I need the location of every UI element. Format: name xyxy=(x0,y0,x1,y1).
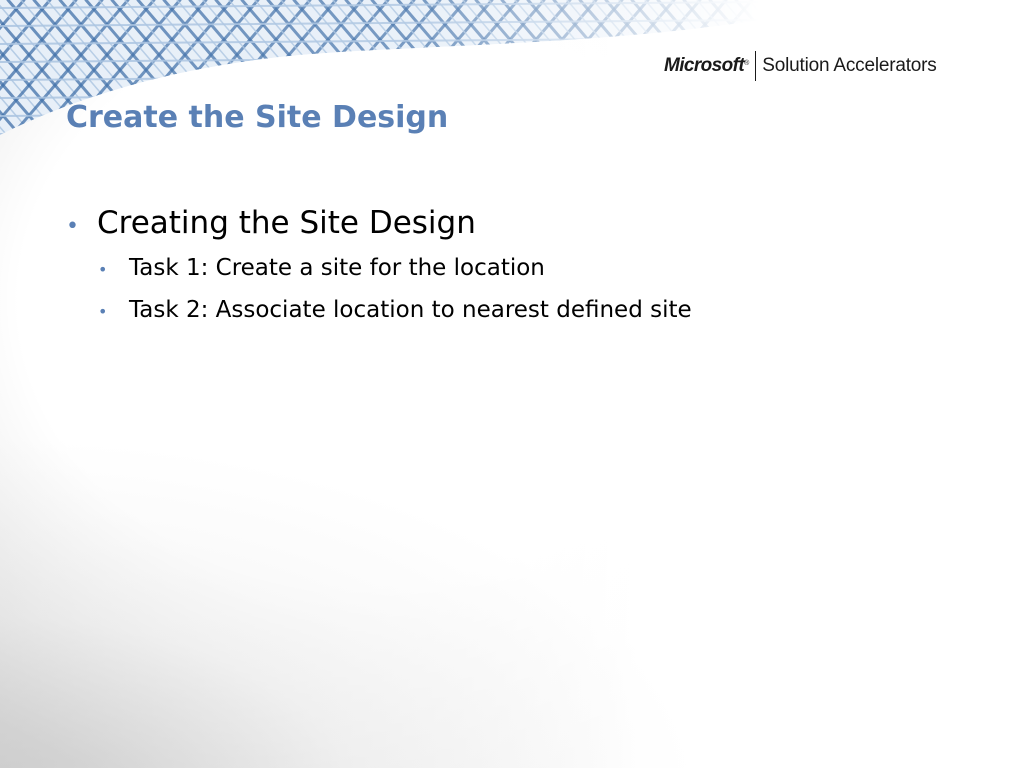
bullet-text: Creating the Site Design xyxy=(97,205,476,241)
bullet-icon: • xyxy=(66,214,79,239)
sub-bullet-item: • Task 2: Associate location to nearest … xyxy=(98,297,692,323)
background-shade xyxy=(0,438,720,768)
slide-title: Create the Site Design xyxy=(66,100,449,135)
logo-product: Solution Accelerators xyxy=(762,55,937,76)
bullet-item: • Creating the Site Design • Task 1: Cre… xyxy=(66,205,692,323)
logo-divider xyxy=(755,51,757,81)
bullet-icon: • xyxy=(98,260,108,279)
sub-bullet-text: Task 2: Associate location to nearest de… xyxy=(129,297,692,323)
microsoft-solution-accelerators-logo: Microsoft ® Solution Accelerators xyxy=(664,50,937,82)
lattice-strut xyxy=(0,91,760,99)
bullet-icon: • xyxy=(98,302,108,321)
slide: Microsoft ® Solution Accelerators Create… xyxy=(0,0,1024,768)
logo-brand: Microsoft xyxy=(664,55,745,76)
bullet-list: • Creating the Site Design • Task 1: Cre… xyxy=(66,205,692,339)
sub-bullet-item: • Task 1: Create a site for the location xyxy=(98,255,692,281)
logo-trademark: ® xyxy=(744,59,750,67)
sub-bullet-text: Task 1: Create a site for the location xyxy=(129,255,545,281)
sub-bullet-list: • Task 1: Create a site for the location… xyxy=(98,255,692,323)
